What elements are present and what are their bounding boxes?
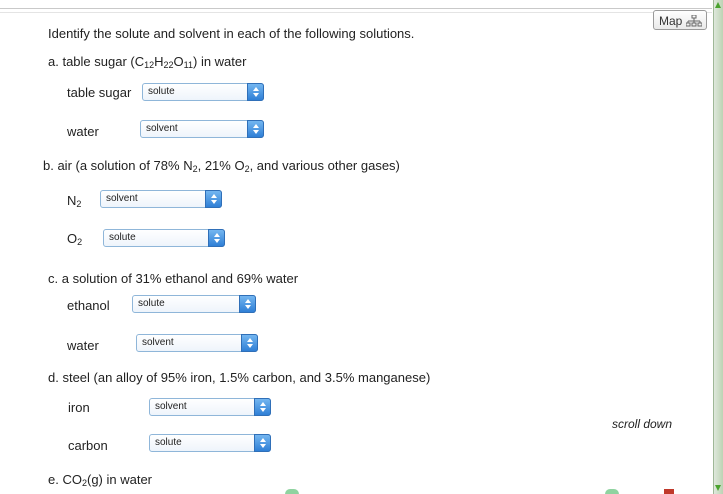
question-a-title: a. table sugar (C12H22O11) in water (48, 54, 247, 70)
top-divider (0, 8, 712, 9)
select-value: solvent (155, 401, 187, 412)
top-divider-secondary (0, 12, 712, 13)
row-label-carbon: carbon (68, 438, 108, 453)
question-b-title: b. air (a solution of 78% N2, 21% O2, an… (43, 158, 400, 174)
select-value: solvent (142, 337, 174, 348)
select-value: solvent (106, 193, 138, 204)
row-label-water-c: water (67, 338, 99, 353)
select-value: solvent (146, 123, 178, 134)
select-value: solute (148, 86, 175, 97)
select-value: solute (109, 232, 136, 243)
row-label-o2: O2 (67, 231, 83, 247)
partial-element (285, 489, 299, 494)
scroll-up-icon[interactable] (715, 2, 721, 8)
row-label-n2: N2 (67, 193, 82, 209)
row-label-table-sugar: table sugar (67, 85, 132, 100)
select-arrows-icon[interactable] (241, 334, 258, 352)
select-n2[interactable]: solvent (100, 190, 222, 208)
sitemap-icon (686, 15, 702, 27)
select-table-sugar[interactable]: solute (142, 83, 264, 101)
row-label-ethanol: ethanol (67, 298, 110, 313)
select-arrows-icon[interactable] (239, 295, 256, 313)
instructions-text: Identify the solute and solvent in each … (48, 26, 415, 41)
select-value: solute (155, 437, 182, 448)
partial-element (664, 489, 674, 494)
select-ethanol[interactable]: solute (132, 295, 256, 313)
select-arrows-icon[interactable] (208, 229, 225, 247)
row-label-water-a: water (67, 124, 99, 139)
row-label-iron: iron (68, 400, 90, 415)
question-c-title: c. a solution of 31% ethanol and 69% wat… (48, 271, 299, 286)
question-d-title: d. steel (an alloy of 95% iron, 1.5% car… (48, 370, 431, 385)
scroll-down-icon[interactable] (715, 485, 721, 491)
select-carbon[interactable]: solute (149, 434, 271, 452)
scroll-down-hint: scroll down (612, 417, 673, 431)
question-e-title: e. CO2(g) in water (48, 472, 153, 488)
select-arrows-icon[interactable] (254, 434, 271, 452)
select-arrows-icon[interactable] (205, 190, 222, 208)
map-button-label: Map (659, 14, 683, 28)
select-arrows-icon[interactable] (247, 120, 264, 138)
select-water-c[interactable]: solvent (136, 334, 258, 352)
select-water-a[interactable]: solvent (140, 120, 264, 138)
select-o2[interactable]: solute (103, 229, 225, 247)
partial-element (605, 489, 619, 494)
vertical-scrollbar[interactable] (713, 0, 723, 494)
map-button[interactable]: Map (653, 10, 707, 30)
select-arrows-icon[interactable] (247, 83, 264, 101)
select-arrows-icon[interactable] (254, 398, 271, 416)
select-value: solute (138, 298, 165, 309)
select-iron[interactable]: solvent (149, 398, 271, 416)
